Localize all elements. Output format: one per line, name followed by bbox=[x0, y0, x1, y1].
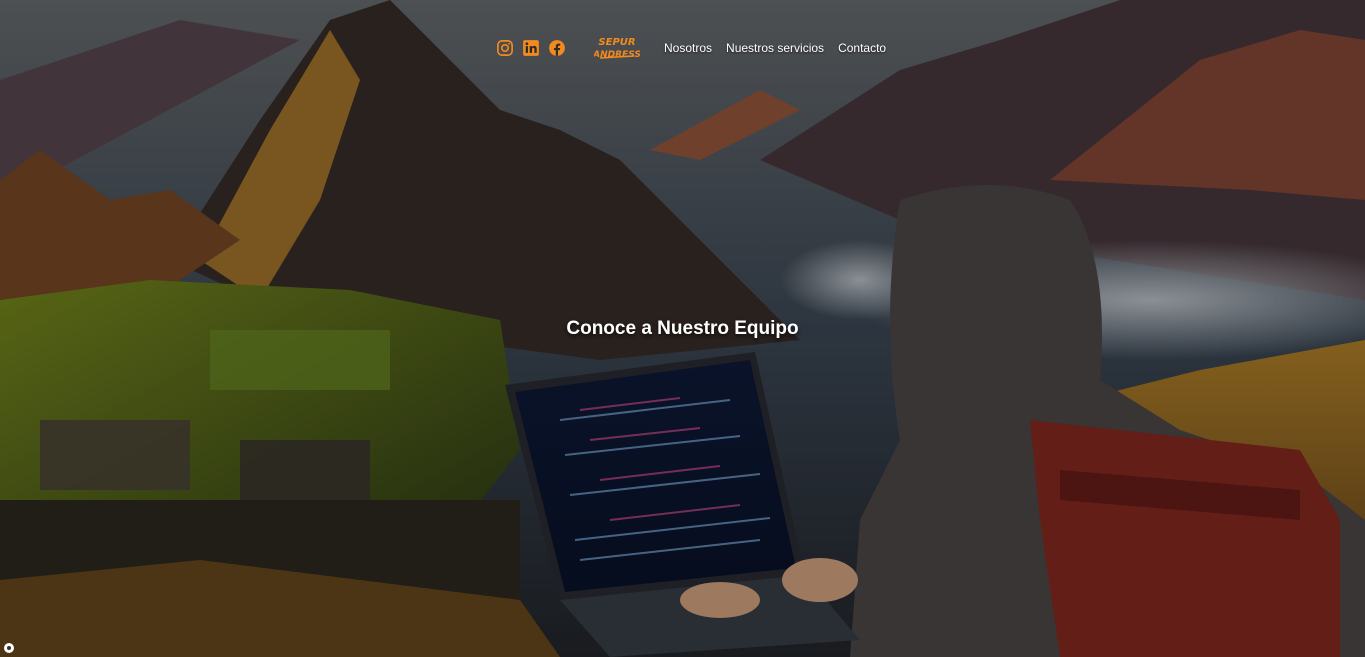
brand-logo[interactable]: SEPUR ANDRESS bbox=[594, 34, 640, 62]
hero-title: Conoce a Nuestro Equipo bbox=[566, 318, 799, 339]
menu-item-nosotros[interactable]: Nosotros bbox=[664, 41, 712, 55]
linkedin-icon[interactable] bbox=[522, 39, 540, 57]
instagram-icon[interactable] bbox=[496, 39, 514, 57]
hero-section: SEPUR ANDRESS Nosotros Nuestros servicio… bbox=[0, 0, 1365, 657]
logo-text-top: SEPUR bbox=[598, 37, 635, 48]
main-menu: Nosotros Nuestros servicios Contacto bbox=[664, 41, 886, 55]
facebook-icon[interactable] bbox=[548, 39, 566, 57]
cookie-settings-icon[interactable] bbox=[4, 643, 14, 653]
top-navbar: SEPUR ANDRESS Nosotros Nuestros servicio… bbox=[496, 32, 886, 64]
social-links bbox=[496, 39, 566, 57]
menu-item-nuestros-servicios[interactable]: Nuestros servicios bbox=[726, 41, 824, 55]
menu-item-contacto[interactable]: Contacto bbox=[838, 41, 886, 55]
